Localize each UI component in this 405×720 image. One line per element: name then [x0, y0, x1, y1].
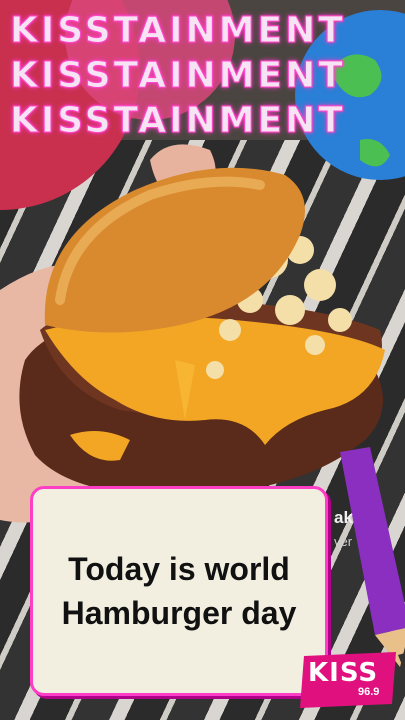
station-logo: KISS 96.9	[298, 652, 400, 708]
caption-card: Today is world Hamburger day	[30, 486, 328, 696]
header-title-line-3: KISSTAINMENT	[10, 100, 346, 142]
tray-print-subtext: ver	[334, 534, 353, 549]
tray-print-text: ak	[334, 508, 353, 527]
header-title-line-1: KISSTAINMENT	[10, 10, 346, 52]
caption-text: Today is world Hamburger day	[61, 551, 297, 631]
photo-scene: KISSTAINMENT KISSTAINMENT KISSTAINMENT a…	[0, 0, 405, 720]
header-title-line-2: KISSTAINMENT	[10, 55, 346, 97]
logo-frequency: 96.9	[358, 686, 380, 698]
logo-wordmark: KISS	[308, 658, 379, 688]
